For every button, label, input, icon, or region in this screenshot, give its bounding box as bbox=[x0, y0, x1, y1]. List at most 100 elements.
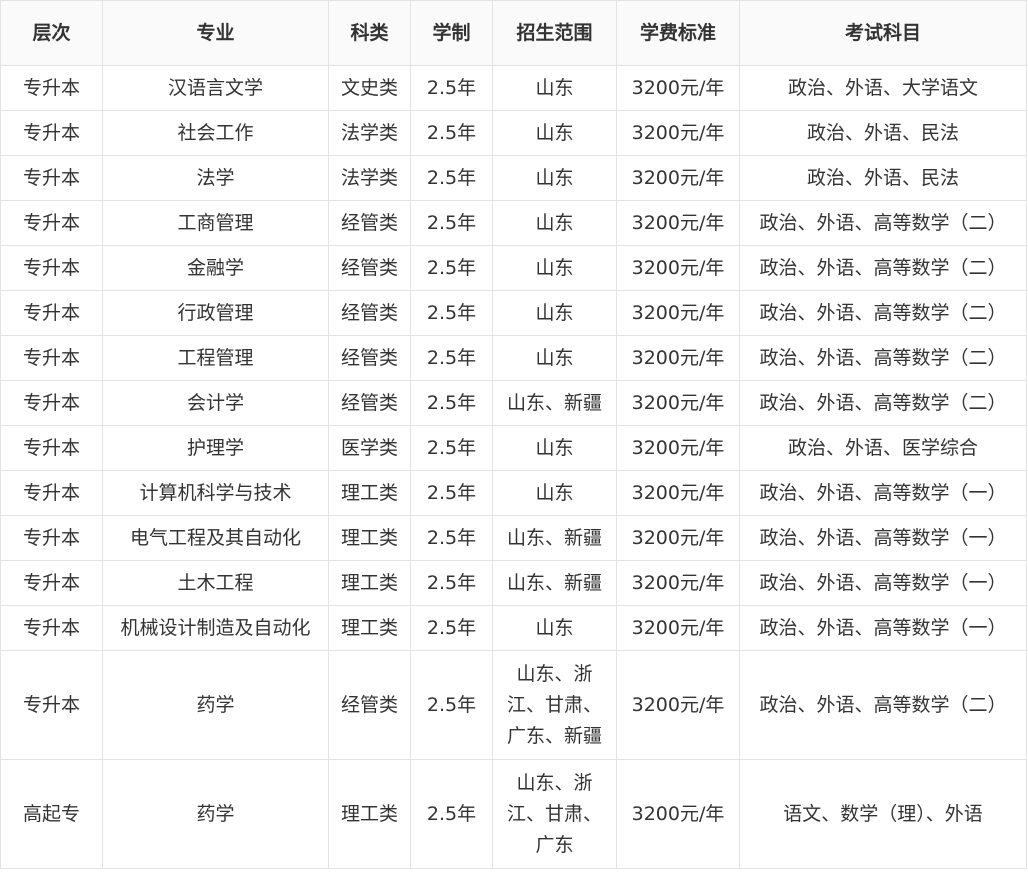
cell-region: 山东、浙江、甘肃、广东、新疆 bbox=[492, 650, 617, 760]
cell-duration: 2.5年 bbox=[410, 515, 493, 561]
cell-tuition: 3200元/年 bbox=[616, 759, 740, 869]
cell-region: 山东、新疆 bbox=[492, 515, 617, 561]
cell-tuition: 3200元/年 bbox=[616, 335, 740, 381]
cell-region: 山东 bbox=[492, 65, 617, 111]
cell-major: 会计学 bbox=[102, 380, 329, 426]
table-row: 专升本 金融学 经管类 2.5年 山东 3200元/年 政治、外语、高等数学（二） bbox=[0, 245, 1027, 291]
cell-category: 法学类 bbox=[328, 110, 411, 156]
cell-level: 专升本 bbox=[0, 200, 103, 246]
cell-tuition: 3200元/年 bbox=[616, 155, 740, 201]
table-body: 专升本 汉语言文学 文史类 2.5年 山东 3200元/年 政治、外语、大学语文 专升本 社会工… bbox=[0, 65, 1027, 869]
cell-region: 山东 bbox=[492, 110, 617, 156]
cell-exam-subjects: 政治、外语、高等数学（一） bbox=[739, 515, 1027, 561]
header-region: 招生范围 bbox=[492, 0, 617, 66]
table-row: 专升本 工商管理 经管类 2.5年 山东 3200元/年 政治、外语、高等数学（二） bbox=[0, 200, 1027, 246]
cell-category: 经管类 bbox=[328, 380, 411, 426]
cell-category: 经管类 bbox=[328, 290, 411, 336]
header-major: 专业 bbox=[102, 0, 329, 66]
cell-region: 山东 bbox=[492, 425, 617, 471]
table-row: 专升本 护理学 医学类 2.5年 山东 3200元/年 政治、外语、医学综合 bbox=[0, 425, 1027, 471]
cell-region: 山东 bbox=[492, 245, 617, 291]
table-row: 专升本 电气工程及其自动化 理工类 2.5年 山东、新疆 3200元/年 政治、外语、高等数… bbox=[0, 515, 1027, 561]
cell-duration: 2.5年 bbox=[410, 110, 493, 156]
cell-duration: 2.5年 bbox=[410, 290, 493, 336]
cell-exam-subjects: 政治、外语、高等数学（二） bbox=[739, 200, 1027, 246]
cell-major: 土木工程 bbox=[102, 560, 329, 606]
cell-duration: 2.5年 bbox=[410, 605, 493, 651]
cell-category: 理工类 bbox=[328, 759, 411, 869]
cell-category: 理工类 bbox=[328, 560, 411, 606]
cell-major: 药学 bbox=[102, 759, 329, 869]
cell-tuition: 3200元/年 bbox=[616, 515, 740, 561]
cell-tuition: 3200元/年 bbox=[616, 560, 740, 606]
cell-major: 计算机科学与技术 bbox=[102, 470, 329, 516]
header-exam-subjects: 考试科目 bbox=[739, 0, 1027, 66]
cell-duration: 2.5年 bbox=[410, 560, 493, 606]
cell-duration: 2.5年 bbox=[410, 155, 493, 201]
table-row: 专升本 社会工作 法学类 2.5年 山东 3200元/年 政治、外语、民法 bbox=[0, 110, 1027, 156]
cell-major: 工商管理 bbox=[102, 200, 329, 246]
cell-major: 行政管理 bbox=[102, 290, 329, 336]
cell-exam-subjects: 政治、外语、高等数学（二） bbox=[739, 380, 1027, 426]
cell-level: 专升本 bbox=[0, 605, 103, 651]
cell-exam-subjects: 政治、外语、高等数学（一） bbox=[739, 470, 1027, 516]
table-row: 专升本 计算机科学与技术 理工类 2.5年 山东 3200元/年 政治、外语、高等数学（一） bbox=[0, 470, 1027, 516]
cell-exam-subjects: 政治、外语、高等数学（二） bbox=[739, 245, 1027, 291]
cell-level: 专升本 bbox=[0, 470, 103, 516]
cell-category: 文史类 bbox=[328, 65, 411, 111]
cell-level: 高起专 bbox=[0, 759, 103, 869]
table-row: 专升本 法学 法学类 2.5年 山东 3200元/年 政治、外语、民法 bbox=[0, 155, 1027, 201]
cell-level: 专升本 bbox=[0, 560, 103, 606]
cell-level: 专升本 bbox=[0, 65, 103, 111]
enrollment-table: 层次 专业 科类 学制 招生范围 学费标准 考试科目 专升本 汉语言文学 文史类 2.… bbox=[0, 0, 1027, 869]
cell-category: 理工类 bbox=[328, 605, 411, 651]
cell-level: 专升本 bbox=[0, 290, 103, 336]
header-tuition: 学费标准 bbox=[616, 0, 740, 66]
table-row: 专升本 会计学 经管类 2.5年 山东、新疆 3200元/年 政治、外语、高等数学（二） bbox=[0, 380, 1027, 426]
cell-tuition: 3200元/年 bbox=[616, 245, 740, 291]
cell-category: 经管类 bbox=[328, 650, 411, 760]
cell-level: 专升本 bbox=[0, 650, 103, 760]
cell-category: 医学类 bbox=[328, 425, 411, 471]
cell-region: 山东 bbox=[492, 335, 617, 381]
table-header-row: 层次 专业 科类 学制 招生范围 学费标准 考试科目 bbox=[0, 0, 1027, 66]
cell-tuition: 3200元/年 bbox=[616, 380, 740, 426]
cell-major: 机械设计制造及自动化 bbox=[102, 605, 329, 651]
cell-exam-subjects: 政治、外语、高等数学（一） bbox=[739, 560, 1027, 606]
cell-region: 山东、新疆 bbox=[492, 380, 617, 426]
cell-tuition: 3200元/年 bbox=[616, 425, 740, 471]
cell-category: 经管类 bbox=[328, 200, 411, 246]
table-row: 专升本 药学 经管类 2.5年 山东、浙江、甘肃、广东、新疆 3200元/年 政治、外语、高… bbox=[0, 650, 1027, 760]
cell-region: 山东 bbox=[492, 155, 617, 201]
cell-tuition: 3200元/年 bbox=[616, 605, 740, 651]
cell-region: 山东 bbox=[492, 470, 617, 516]
cell-exam-subjects: 政治、外语、民法 bbox=[739, 155, 1027, 201]
table-row: 专升本 机械设计制造及自动化 理工类 2.5年 山东 3200元/年 政治、外语、高等数学（… bbox=[0, 605, 1027, 651]
cell-level: 专升本 bbox=[0, 110, 103, 156]
cell-category: 经管类 bbox=[328, 335, 411, 381]
cell-level: 专升本 bbox=[0, 335, 103, 381]
cell-exam-subjects: 语文、数学（理）、外语 bbox=[739, 759, 1027, 869]
cell-major: 护理学 bbox=[102, 425, 329, 471]
cell-region: 山东 bbox=[492, 200, 617, 246]
cell-level: 专升本 bbox=[0, 380, 103, 426]
cell-duration: 2.5年 bbox=[410, 650, 493, 760]
cell-category: 理工类 bbox=[328, 470, 411, 516]
table-row: 专升本 工程管理 经管类 2.5年 山东 3200元/年 政治、外语、高等数学（二） bbox=[0, 335, 1027, 381]
cell-region: 山东 bbox=[492, 605, 617, 651]
cell-level: 专升本 bbox=[0, 245, 103, 291]
table-row: 专升本 汉语言文学 文史类 2.5年 山东 3200元/年 政治、外语、大学语文 bbox=[0, 65, 1027, 111]
cell-duration: 2.5年 bbox=[410, 380, 493, 426]
cell-major: 法学 bbox=[102, 155, 329, 201]
cell-major: 社会工作 bbox=[102, 110, 329, 156]
cell-exam-subjects: 政治、外语、高等数学（二） bbox=[739, 290, 1027, 336]
cell-exam-subjects: 政治、外语、大学语文 bbox=[739, 65, 1027, 111]
cell-tuition: 3200元/年 bbox=[616, 200, 740, 246]
cell-major: 汉语言文学 bbox=[102, 65, 329, 111]
cell-duration: 2.5年 bbox=[410, 200, 493, 246]
cell-exam-subjects: 政治、外语、高等数学（二） bbox=[739, 650, 1027, 760]
cell-duration: 2.5年 bbox=[410, 759, 493, 869]
header-category: 科类 bbox=[328, 0, 411, 66]
table-row: 专升本 行政管理 经管类 2.5年 山东 3200元/年 政治、外语、高等数学（二） bbox=[0, 290, 1027, 336]
cell-category: 理工类 bbox=[328, 515, 411, 561]
